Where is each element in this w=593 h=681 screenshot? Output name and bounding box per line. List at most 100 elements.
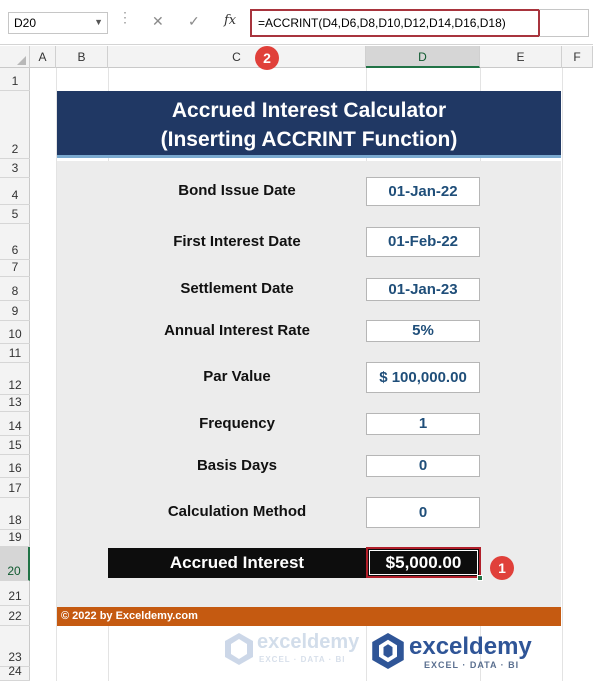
row-number: 8 (11, 284, 19, 298)
row-header-22[interactable]: 22 (0, 606, 30, 626)
title-line-2: (Inserting ACCRINT Function) (160, 128, 458, 151)
row-number: 7 (11, 260, 19, 274)
row-number: 23 (8, 650, 22, 664)
row-header-18[interactable]: 18 (0, 498, 30, 530)
row-number: 4 (11, 188, 19, 202)
row-number: 11 (8, 346, 22, 360)
step-badge-1: 1 (490, 556, 514, 580)
watermark-name: exceldemy (257, 631, 360, 653)
row-header-2[interactable]: 2 (0, 91, 30, 159)
column-d-header[interactable]: D (366, 46, 480, 68)
settlement-date-label: Settlement Date (180, 280, 294, 297)
row-header-3[interactable]: 3 (0, 159, 30, 178)
row-number: 6 (11, 243, 19, 257)
row-number: 2 (11, 142, 19, 156)
row-header-9[interactable]: 9 (0, 301, 30, 321)
row-header-4[interactable]: 4 (0, 178, 30, 205)
watermark-tagline: EXCEL · DATA · BI (259, 655, 346, 664)
annual-interest-rate-cell[interactable]: 5% (366, 320, 480, 342)
row-number: 9 (11, 304, 19, 318)
column-f-header[interactable]: F (562, 46, 593, 68)
row-header-6[interactable]: 6 (0, 224, 30, 260)
first-interest-date-cell[interactable]: 01-Feb-22 (366, 227, 480, 257)
row-header: 1 2 3 4 5 6 7 8 9 10 11 12 13 14 15 16 1… (0, 68, 30, 681)
row-header-17[interactable]: 17 (0, 478, 30, 498)
row-number: 16 (8, 461, 22, 475)
drag-handle-icon[interactable]: ⋮ (118, 10, 132, 24)
formula-input[interactable]: =ACCRINT(D4,D6,D8,D10,D12,D14,D16,D18) (250, 9, 540, 37)
row-number: 21 (8, 589, 22, 603)
insert-function-icon[interactable]: fx (224, 13, 236, 28)
row-number: 14 (8, 419, 22, 433)
row-number: 3 (11, 161, 19, 175)
basis-days-cell[interactable]: 0 (366, 455, 480, 477)
par-value-label: Par Value (203, 368, 271, 385)
row-header-12[interactable]: 12 (0, 363, 30, 395)
accrued-interest-label: Accrued Interest (169, 553, 305, 572)
row-number: 24 (8, 664, 22, 678)
row-number: 12 (8, 378, 22, 392)
row-header-8[interactable]: 8 (0, 277, 30, 301)
frequency-cell[interactable]: 1 (366, 413, 480, 435)
accrued-interest-cell[interactable]: $5,000.00 (366, 547, 481, 578)
row-number: 20 (7, 564, 21, 578)
first-interest-date-label: First Interest Date (173, 233, 301, 250)
chevron-down-icon[interactable]: ▼ (94, 17, 103, 27)
basis-days-label: Basis Days (196, 457, 278, 474)
annual-interest-rate-label: Annual Interest Rate (164, 322, 310, 339)
row-header-15[interactable]: 15 (0, 436, 30, 455)
column-a-header[interactable]: A (30, 46, 56, 68)
checkmark-icon[interactable]: ✓ (188, 13, 200, 30)
gridline (562, 68, 563, 681)
step-badge-2: 2 (255, 46, 279, 70)
fill-handle[interactable] (477, 575, 483, 581)
formula-bar-expand[interactable] (539, 9, 589, 37)
row-number: 17 (8, 481, 22, 495)
row-number: 5 (11, 207, 19, 221)
select-all-button[interactable] (0, 46, 30, 68)
row-number: 10 (8, 327, 22, 341)
frequency-label: Frequency (199, 415, 275, 432)
watermark-tagline: EXCEL · DATA · BI (424, 660, 520, 670)
row-header-16[interactable]: 16 (0, 455, 30, 478)
name-box[interactable]: D20 ▼ (8, 12, 108, 34)
formula-text: =ACCRINT(D4,D6,D8,D10,D12,D14,D16,D18) (258, 16, 506, 30)
row-header-1[interactable]: 1 (0, 68, 30, 91)
settlement-date-cell[interactable]: 01-Jan-23 (366, 278, 480, 301)
column-header: A B C D E F (0, 46, 593, 68)
formula-bar: D20 ▼ ⋮ ✕ ✓ fx =ACCRINT(D4,D6,D8,D10,D12… (0, 0, 593, 45)
row-number: 19 (8, 530, 22, 544)
row-header-7[interactable]: 7 (0, 260, 30, 277)
name-box-value: D20 (14, 16, 37, 30)
bond-issue-date-label: Bond Issue Date (178, 182, 296, 199)
row-header-13[interactable]: 13 (0, 395, 30, 412)
row-header-23[interactable]: 23 (0, 626, 30, 667)
row-header-11[interactable]: 11 (0, 344, 30, 363)
row-header-10[interactable]: 10 (0, 321, 30, 344)
bond-issue-date-cell[interactable]: 01-Jan-22 (366, 177, 480, 206)
row-header-24[interactable]: 24 (0, 664, 30, 681)
calculation-method-cell[interactable]: 0 (366, 497, 480, 528)
row-number: 15 (8, 438, 22, 452)
column-e-header[interactable]: E (480, 46, 562, 68)
row-header-19[interactable]: 19 (0, 530, 30, 547)
exceldemy-logo-icon (225, 633, 253, 665)
row-number: 1 (11, 74, 19, 88)
row-header-14[interactable]: 14 (0, 412, 30, 436)
row-number: 22 (8, 609, 22, 623)
row-number: 13 (8, 395, 22, 409)
copyright-footer: © 2022 by Exceldemy.com (57, 607, 561, 626)
close-icon[interactable]: ✕ (152, 13, 164, 30)
calculation-method-label: Calculation Method (167, 503, 307, 520)
row-header-5[interactable]: 5 (0, 205, 30, 224)
column-b-header[interactable]: B (56, 46, 108, 68)
watermark-logo-faded: exceldemy EXCEL · DATA · BI (225, 631, 375, 671)
row-header-20[interactable]: 20 (0, 547, 30, 581)
exceldemy-logo-icon (372, 633, 404, 669)
row-header-21[interactable]: 21 (0, 581, 30, 606)
title-line-1: Accrued Interest Calculator (171, 99, 447, 122)
column-c-header[interactable]: C (108, 46, 366, 68)
calculator-title: Accrued Interest Calculator (Inserting A… (57, 91, 561, 158)
watermark-name: exceldemy (409, 633, 532, 660)
par-value-cell[interactable]: $ 100,000.00 (366, 362, 480, 393)
